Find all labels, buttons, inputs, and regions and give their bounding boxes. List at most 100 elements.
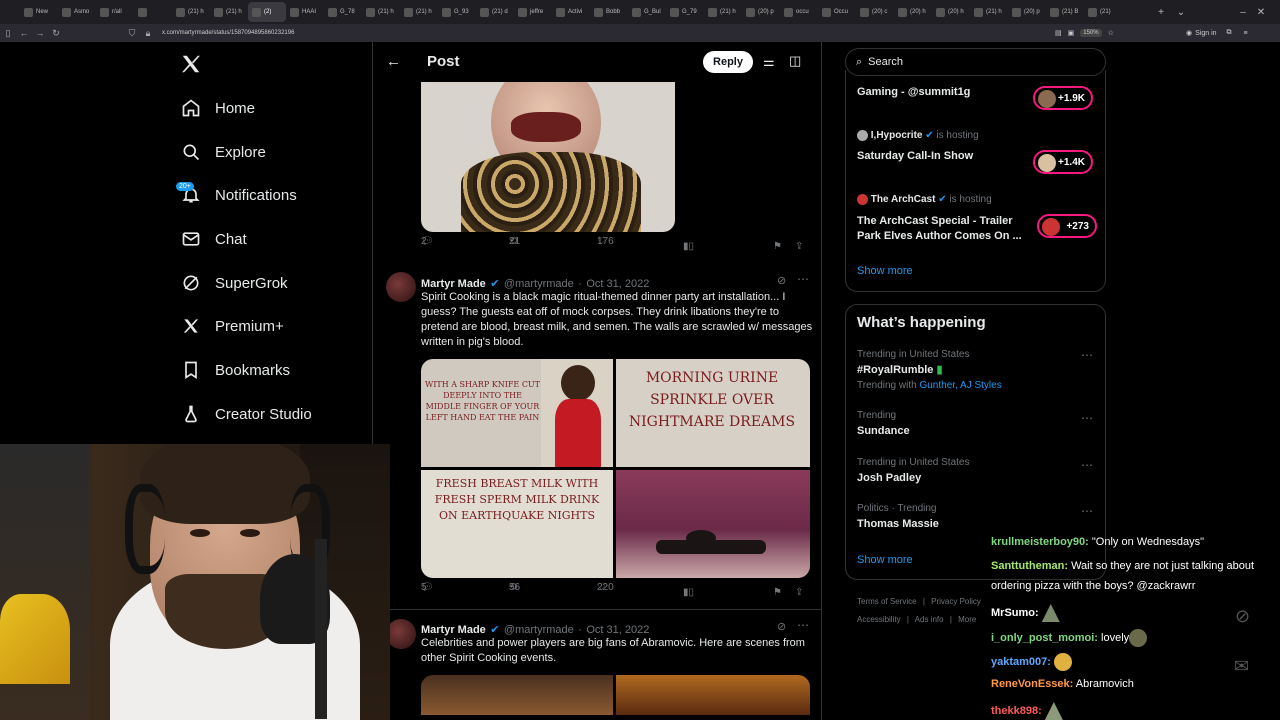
browser-tab[interactable]: G_78 bbox=[324, 2, 362, 22]
browser-tab[interactable]: G_79 bbox=[666, 2, 704, 22]
grok-icon[interactable]: ⊘ bbox=[1235, 606, 1250, 627]
tab-list-dropdown-icon[interactable]: ⌄ bbox=[1170, 0, 1192, 24]
space-listener-pill[interactable]: +273 bbox=[1037, 214, 1097, 238]
bookmark-icon[interactable]: ⚑ bbox=[773, 241, 782, 252]
close-window-icon[interactable]: ✕ bbox=[1250, 0, 1272, 24]
reply-button[interactable]: Reply bbox=[703, 51, 753, 73]
browser-tab[interactable]: Asmo bbox=[58, 2, 96, 22]
browser-tab[interactable]: (21) bbox=[1084, 2, 1122, 22]
analytics-icon[interactable]: ▮▯ bbox=[683, 241, 694, 252]
analytics-icon[interactable]: ▮▯ bbox=[683, 587, 694, 598]
tweet-author-name[interactable]: Martyr Made bbox=[421, 278, 486, 290]
tweet-image-4[interactable] bbox=[616, 470, 810, 578]
tweet-handle[interactable]: @martyrmade bbox=[504, 624, 574, 636]
nav-item-bookmarks[interactable]: Bookmarks bbox=[180, 358, 290, 382]
footer-link-terms[interactable]: Terms of Service bbox=[857, 597, 917, 606]
filter-icon[interactable]: ⚌ bbox=[763, 54, 775, 70]
screenshot-icon[interactable]: ▣ bbox=[1068, 29, 1075, 37]
browser-tab[interactable]: (21) h bbox=[172, 2, 210, 22]
nav-item-explore[interactable]: Explore bbox=[180, 140, 266, 164]
space-listener-pill[interactable]: +1.9K bbox=[1033, 86, 1093, 110]
chat-username[interactable]: thekk898: bbox=[991, 705, 1042, 717]
zoom-level[interactable]: 150% bbox=[1080, 29, 1102, 37]
shield-icon[interactable]: ⛉ bbox=[124, 28, 140, 39]
browser-tab[interactable]: jeffre bbox=[514, 2, 552, 22]
account-icon[interactable]: ◉ bbox=[1186, 29, 1192, 37]
new-tab-button[interactable]: + bbox=[1150, 0, 1172, 24]
more-icon[interactable]: ⋯ bbox=[797, 618, 809, 632]
tweet-image-1[interactable]: WITH A SHARP KNIFE CUT DEEPLY INTO THE M… bbox=[421, 359, 613, 467]
lock-icon[interactable]: 🔒︎ bbox=[140, 28, 156, 39]
browser-tab[interactable]: G_93 bbox=[438, 2, 476, 22]
bookmark-icon[interactable]: ⚑ bbox=[773, 587, 782, 598]
browser-tab[interactable]: r/all bbox=[96, 2, 134, 22]
avatar[interactable] bbox=[386, 619, 416, 649]
browser-tab[interactable]: (21) h bbox=[970, 2, 1008, 22]
sign-in-link[interactable]: Sign in bbox=[1195, 30, 1216, 37]
tweet-date[interactable]: Oct 31, 2022 bbox=[586, 278, 649, 290]
x-logo-icon[interactable] bbox=[180, 53, 202, 75]
footer-link-privacy[interactable]: Privacy Policy bbox=[931, 597, 981, 606]
browser-tab[interactable]: (20) h bbox=[894, 2, 932, 22]
footer-link-accessibility[interactable]: Accessibility bbox=[857, 615, 901, 624]
browser-tab[interactable]: (21) B bbox=[1046, 2, 1084, 22]
reload-icon[interactable]: ↻ bbox=[48, 28, 64, 39]
browser-tab[interactable]: (2) bbox=[248, 2, 286, 22]
browser-tab[interactable]: New bbox=[20, 2, 58, 22]
browser-tab[interactable]: (20) h bbox=[932, 2, 970, 22]
extensions-icon[interactable]: ⧉ bbox=[1227, 29, 1232, 37]
nav-item-notifications[interactable]: Notifications bbox=[180, 183, 297, 207]
chat-username[interactable]: Santtutheman: bbox=[991, 560, 1068, 572]
tweet-date[interactable]: Oct 31, 2022 bbox=[586, 624, 649, 636]
more-icon[interactable]: ⋯ bbox=[797, 272, 809, 286]
share-icon[interactable]: ⇪ bbox=[795, 587, 803, 598]
browser-tab[interactable]: HAAI bbox=[286, 2, 324, 22]
chat-username[interactable]: MrSumo: bbox=[991, 607, 1039, 619]
reader-icon[interactable]: ▤ bbox=[1055, 29, 1062, 37]
share-icon[interactable]: ⇪ bbox=[795, 241, 803, 252]
grok-icon[interactable]: ⊘ bbox=[777, 620, 786, 633]
trends-show-more-link[interactable]: Show more bbox=[857, 554, 913, 566]
browser-tab[interactable]: Activi bbox=[552, 2, 590, 22]
browser-tab[interactable]: (20) p bbox=[742, 2, 780, 22]
chat-username[interactable]: krullmeisterboy90: bbox=[991, 536, 1089, 548]
footer-link-ads-info[interactable]: Ads info bbox=[915, 615, 944, 624]
mail-icon[interactable]: ✉ bbox=[1234, 656, 1249, 677]
back-icon[interactable]: ← bbox=[16, 28, 32, 38]
browser-tab[interactable]: (21) d bbox=[476, 2, 514, 22]
trend-more-icon[interactable]: ⋯ bbox=[1081, 504, 1093, 518]
tweet-image-3[interactable]: FRESH BREAST MILK WITH FRESH SPERM MILK … bbox=[421, 470, 613, 578]
forward-icon[interactable]: → bbox=[32, 28, 48, 38]
sidebar-toggle-icon[interactable]: ▯ bbox=[0, 28, 16, 39]
tweet-image-grid[interactable] bbox=[421, 675, 810, 715]
layout-icon[interactable]: ◫ bbox=[789, 53, 801, 69]
back-arrow-icon[interactable]: ← bbox=[386, 53, 401, 70]
nav-item-supergrok[interactable]: SuperGrok bbox=[180, 271, 288, 295]
avatar[interactable] bbox=[386, 272, 416, 302]
bookmark-star-icon[interactable]: ☆ bbox=[1108, 29, 1114, 37]
chat-username[interactable]: yaktam007: bbox=[991, 656, 1051, 668]
trend-more-icon[interactable]: ⋯ bbox=[1081, 411, 1093, 425]
tweet-handle[interactable]: @martyrmade bbox=[504, 278, 574, 290]
chat-username[interactable]: i_only_post_momoi: bbox=[991, 632, 1098, 644]
browser-tab[interactable]: Occu bbox=[818, 2, 856, 22]
chat-username[interactable]: ReneVonEssek: bbox=[991, 678, 1073, 690]
spaces-show-more-link[interactable]: Show more bbox=[857, 265, 913, 277]
footer-link-more[interactable]: More bbox=[958, 615, 976, 624]
browser-tab[interactable]: (20) c bbox=[856, 2, 894, 22]
browser-tab[interactable]: (21) h bbox=[704, 2, 742, 22]
browser-tab[interactable]: occu bbox=[780, 2, 818, 22]
nav-item-chat[interactable]: Chat bbox=[180, 227, 247, 251]
browser-tab[interactable]: (21) h bbox=[210, 2, 248, 22]
space-listener-pill[interactable]: +1.4K bbox=[1033, 150, 1093, 174]
trend-more-icon[interactable]: ⋯ bbox=[1081, 458, 1093, 472]
tweet-author-name[interactable]: Martyr Made bbox=[421, 624, 486, 636]
tweet-image-snake[interactable] bbox=[421, 82, 675, 232]
browser-tab[interactable] bbox=[134, 2, 172, 22]
browser-tab[interactable]: (20) p bbox=[1008, 2, 1046, 22]
tweet-image-2[interactable]: MORNING URINE SPRINKLE OVER NIGHTMARE DR… bbox=[616, 359, 810, 467]
grok-icon[interactable]: ⊘ bbox=[777, 274, 786, 287]
browser-tab[interactable]: (21) h bbox=[400, 2, 438, 22]
url-field[interactable]: x.com/martyrmade/status/1587094895860232… bbox=[162, 30, 294, 36]
menu-icon[interactable]: ≡ bbox=[1244, 30, 1248, 37]
